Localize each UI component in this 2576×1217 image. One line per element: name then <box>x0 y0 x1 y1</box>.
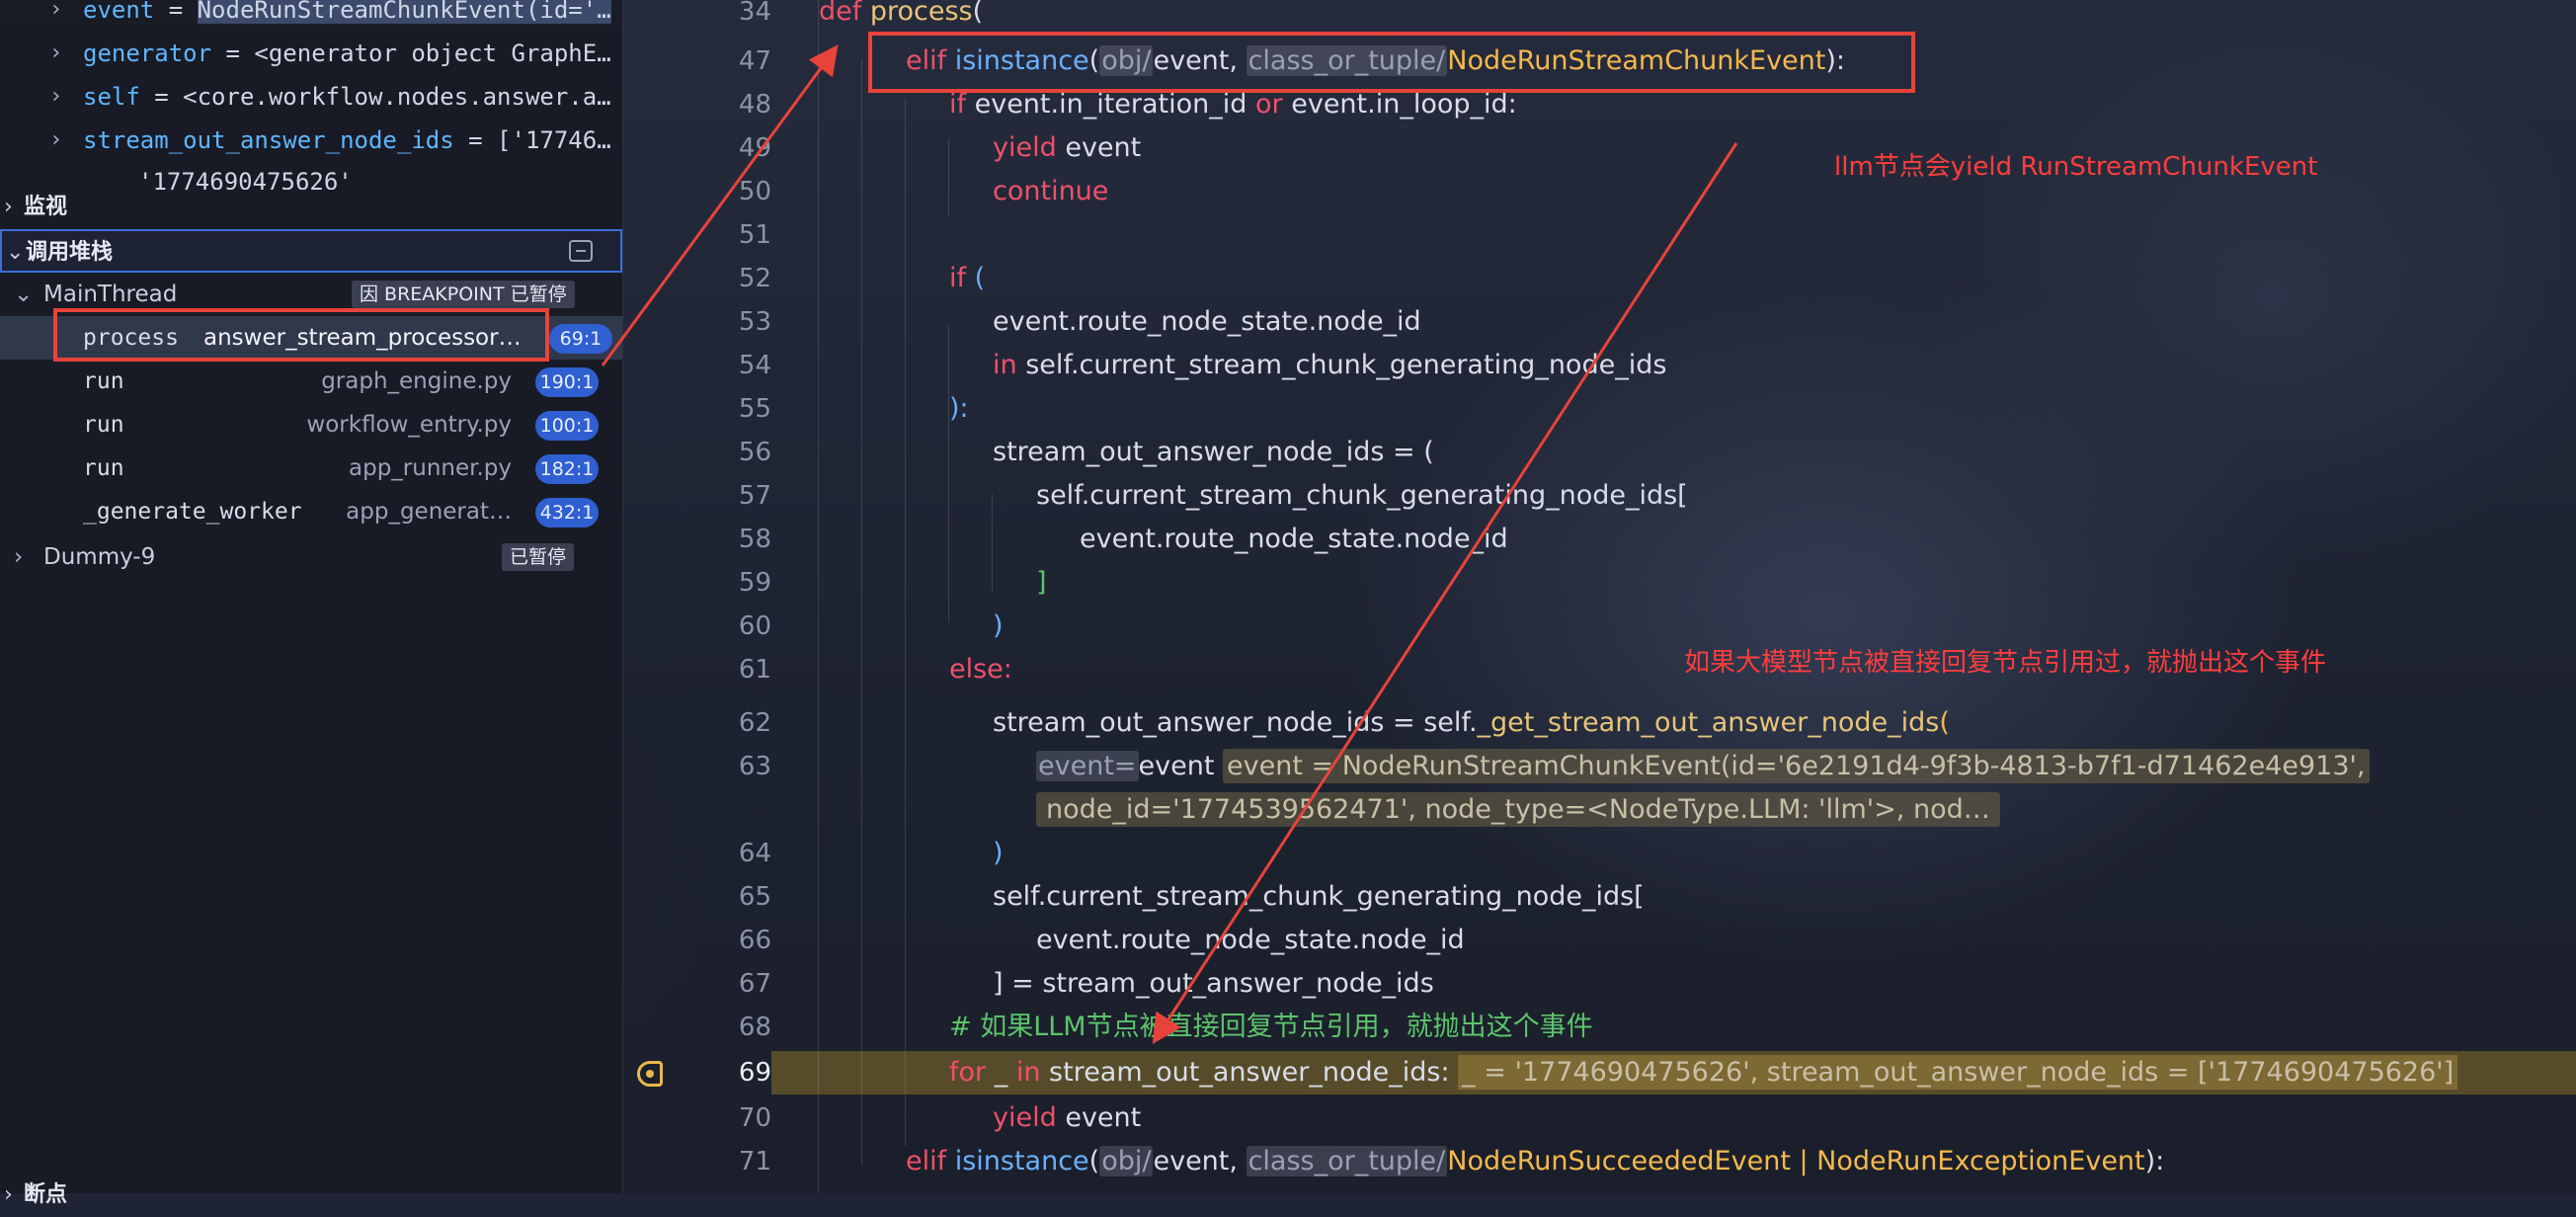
annotation-llm-yield: llm节点会yield RunStreamChunkEvent <box>1834 152 2318 182</box>
code-line: 70 yield event <box>738 1102 1142 1133</box>
annotation-referenced: 如果大模型节点被直接回复节点引用过，就抛出这个事件 <box>1684 648 2327 678</box>
chevron-right-icon: › <box>4 195 13 219</box>
chevron-right-icon[interactable]: › <box>49 75 62 119</box>
code-line: node_id='1774539562471', node_type=<Node… <box>623 788 2576 832</box>
stack-frame[interactable]: run graph_engine.py 190:1 <box>0 360 622 403</box>
code-line: 68 # 如果LLM节点被直接回复节点引用，就抛出这个事件 <box>738 1012 1593 1042</box>
chevron-right-icon[interactable]: › <box>49 119 62 162</box>
code-line: 55 ): <box>738 393 969 424</box>
thread-main[interactable]: ⌄ MainThread 因 BREAKPOINT 已暂停 <box>0 273 622 316</box>
variable-row[interactable]: › generator = <generator object GraphE… <box>0 32 622 75</box>
code-editor[interactable]: 34 def process( 47 elif isinstance(obj/e… <box>623 0 2576 1193</box>
chevron-right-icon: › <box>14 544 24 570</box>
chevron-right-icon: › <box>4 1182 13 1207</box>
code-line: 54 in self.current_stream_chunk_generati… <box>738 350 1667 380</box>
inline-value: _ = '1774690475626', stream_out_answer_n… <box>1458 1055 2458 1090</box>
code-line: 62 stream_out_answer_node_ids = self._ge… <box>738 707 1950 738</box>
chevron-down-icon: ⌄ <box>6 240 25 265</box>
paused-badge: 已暂停 <box>502 543 575 571</box>
code-line: 57 self.current_stream_chunk_generating_… <box>738 480 1688 511</box>
inline-value: event = NodeRunStreamChunkEvent(id='6e21… <box>1223 749 2370 783</box>
code-line: 48 if event.in_iteration_id or event.in_… <box>738 89 1517 120</box>
code-line: 66 event.route_node_state.node_id <box>738 925 1465 955</box>
chevron-down-icon: ⌄ <box>14 282 34 307</box>
code-line: 65 self.current_stream_chunk_generating_… <box>738 881 1645 912</box>
code-line: 59 ] <box>738 567 1047 598</box>
variable-row[interactable]: › stream_out_answer_node_ids = ['17746… <box>0 119 622 162</box>
callstack-section-header[interactable]: ⌄ 调用堆栈 <box>0 229 622 273</box>
variable-row[interactable]: › event = NodeRunStreamChunkEvent(id='… <box>0 0 622 32</box>
chevron-right-icon[interactable]: › <box>49 0 62 32</box>
watch-section-header[interactable]: › 监视 <box>0 186 622 229</box>
stack-frame[interactable]: _generate_worker app_generat… 432:1 <box>0 490 622 533</box>
breakpoints-section-header[interactable]: › 断点 <box>0 1174 622 1217</box>
chevron-right-icon[interactable]: › <box>49 32 62 75</box>
stack-frame[interactable]: run workflow_entry.py 100:1 <box>0 403 622 446</box>
code-line: 47 elif isinstance(obj/event, class_or_t… <box>738 45 1846 76</box>
code-line: 64 ) <box>738 838 1004 868</box>
collapse-all-icon[interactable] <box>569 240 593 262</box>
debug-sidebar: › event = NodeRunStreamChunkEvent(id='… … <box>0 0 623 1207</box>
stack-frame[interactable]: process answer_stream_processor… 69:1 <box>0 316 622 360</box>
code-line: 34 def process( <box>738 0 984 27</box>
paused-badge: 因 BREAKPOINT 已暂停 <box>352 281 575 308</box>
code-line: 63 event=event event = NodeRunStreamChun… <box>623 745 2576 788</box>
code-line: 52 if ( <box>738 263 986 293</box>
code-line: 67 ] = stream_out_answer_node_ids <box>738 968 1434 999</box>
code-line: 71 elif isinstance(obj/event, class_or_t… <box>738 1146 2165 1176</box>
code-line-current: 69 for _ in stream_out_answer_node_ids: … <box>623 1051 2576 1095</box>
stack-frame[interactable]: run app_runner.py 182:1 <box>0 446 622 490</box>
code-line: 53 event.route_node_state.node_id <box>738 306 1421 337</box>
code-line: 58 event.route_node_state.node_id <box>738 524 1508 554</box>
variable-row[interactable]: › self = <core.workflow.nodes.answer.a… <box>0 75 622 119</box>
code-line: 56 stream_out_answer_node_ids = ( <box>738 437 1434 467</box>
inline-value: node_id='1774539562471', node_type=<Node… <box>1036 792 2000 827</box>
code-line: 51 <box>738 220 771 250</box>
thread-dummy[interactable]: › Dummy-9 已暂停 <box>0 535 622 579</box>
